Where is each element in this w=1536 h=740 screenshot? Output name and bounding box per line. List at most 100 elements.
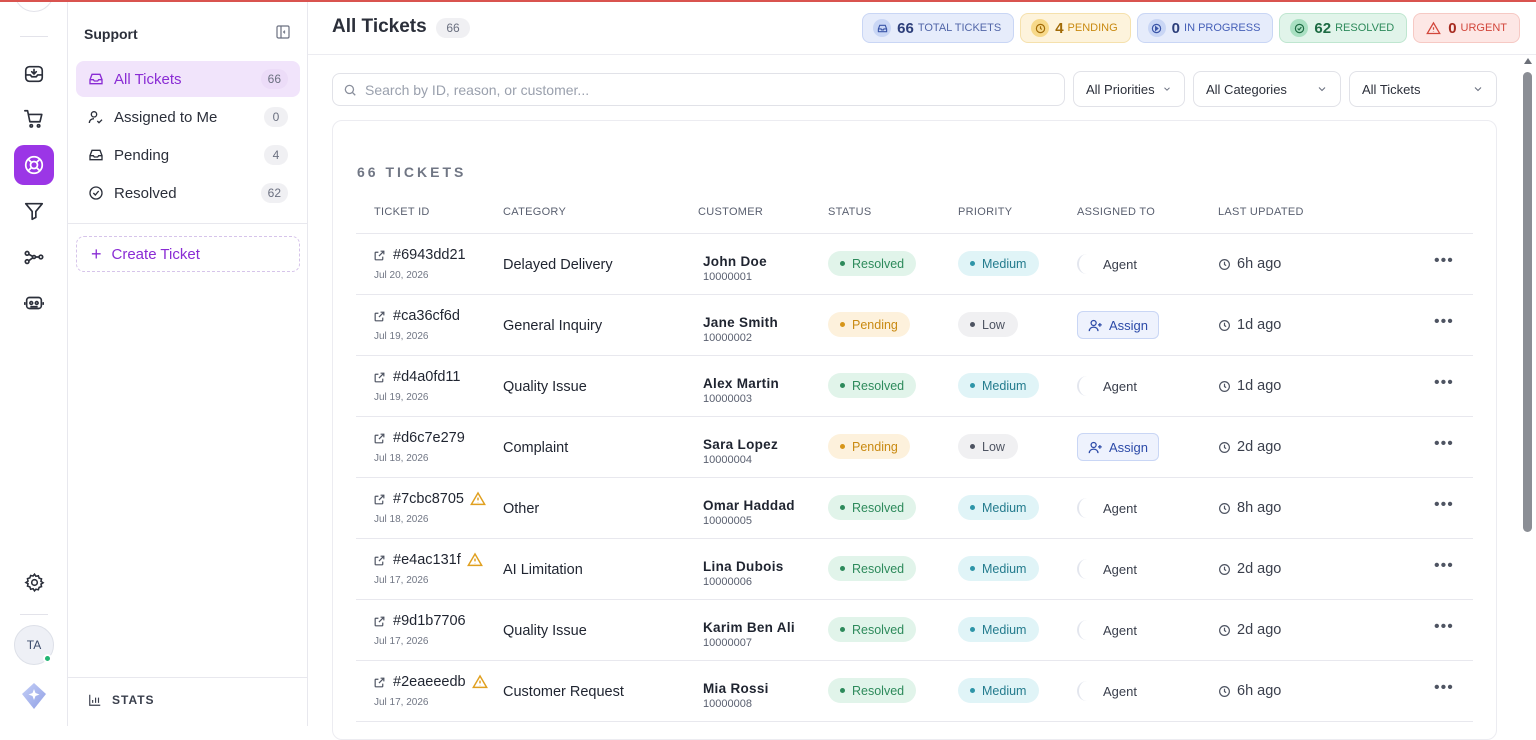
ticket-id[interactable]: #7cbc8705	[373, 491, 493, 507]
inbox-icon[interactable]	[14, 54, 54, 94]
ticket-id[interactable]: #2eaeeedb	[373, 674, 495, 690]
more-actions-icon[interactable]: •••	[1434, 618, 1454, 636]
more-actions-icon[interactable]: •••	[1434, 313, 1454, 331]
customer-id: 10000003	[703, 393, 752, 405]
cart-icon[interactable]	[14, 99, 54, 139]
ticket-date: Jul 18, 2026	[374, 514, 429, 525]
in-progress-chip[interactable]: 0 IN PROGRESS	[1136, 13, 1274, 43]
ticket-id[interactable]: #d4a0fd11	[373, 369, 460, 385]
user-avatar[interactable]: TA	[14, 625, 54, 665]
external-link-icon[interactable]	[373, 432, 386, 445]
status-label: Resolved	[852, 683, 905, 698]
status-dot	[840, 444, 845, 449]
external-link-icon[interactable]	[373, 676, 386, 689]
customer-id: 10000008	[703, 698, 752, 710]
sidebar-item-resolved[interactable]: Resolved 62	[76, 175, 300, 211]
sidebar-item-count: 0	[264, 107, 288, 127]
status-badge: Resolved	[828, 495, 917, 520]
priority-label: Medium	[982, 683, 1027, 698]
ticket-scope-select[interactable]: All Tickets	[1349, 71, 1497, 107]
external-link-icon[interactable]	[373, 554, 386, 567]
resolved-chip[interactable]: 62 RESOLVED	[1279, 13, 1408, 43]
ticket-id[interactable]: #9d1b7706	[373, 613, 466, 629]
priority-dot	[970, 688, 975, 693]
priority-filter-select[interactable]: All Priorities	[1073, 71, 1185, 107]
ticket-category: Delayed Delivery	[503, 257, 613, 273]
external-link-icon[interactable]	[373, 371, 386, 384]
top-accent-line	[0, 0, 1536, 2]
assign-button[interactable]: Assign	[1077, 433, 1160, 461]
table-row[interactable]: #d4a0fd11 Jul 19, 2026 Quality Issue Alex M…	[356, 356, 1473, 417]
table-row[interactable]: #d6c7e279 Jul 18, 2026 Complaint Sara Lopez…	[356, 417, 1473, 478]
robot-icon[interactable]	[14, 283, 54, 323]
sidebar-title: Support	[84, 26, 138, 42]
scrollbar-thumb[interactable]	[1523, 72, 1532, 532]
scroll-up-arrow[interactable]	[1524, 58, 1532, 64]
lifebuoy-icon[interactable]	[14, 145, 54, 185]
pending-value: 4	[1055, 19, 1064, 37]
sidebar-item-assigned-to-me[interactable]: Assigned to Me 0	[76, 99, 300, 135]
status-label: Resolved	[852, 378, 905, 393]
external-link-icon[interactable]	[373, 615, 386, 628]
table-row[interactable]: #e4ac131f Jul 17, 2026 AI Limitation Lina D…	[356, 539, 1473, 600]
search-field[interactable]	[332, 73, 1065, 106]
external-link-icon[interactable]	[373, 249, 386, 262]
status-label: Resolved	[852, 622, 905, 637]
ticket-id[interactable]: #6943dd21	[373, 247, 466, 263]
external-link-icon[interactable]	[373, 493, 386, 506]
ticket-id-text: #e4ac131f	[393, 552, 461, 568]
category-filter-value: All Categories	[1206, 81, 1287, 97]
more-actions-icon[interactable]: •••	[1434, 435, 1454, 453]
ticket-date: Jul 20, 2026	[374, 270, 429, 281]
assign-label: Assign	[1109, 439, 1149, 455]
clock-icon	[1031, 19, 1050, 37]
page-title-count: 66	[436, 18, 470, 38]
more-actions-icon[interactable]: •••	[1434, 252, 1454, 270]
table-row[interactable]: #6943dd21 Jul 20, 2026 Delayed Delivery Joh…	[356, 234, 1473, 295]
table-row[interactable]: #7cbc8705 Jul 18, 2026 Other Omar Haddad 100…	[356, 478, 1473, 539]
assign-button[interactable]: Assign	[1077, 311, 1160, 339]
category-filter-select[interactable]: All Categories	[1193, 71, 1341, 107]
rail-divider	[20, 36, 48, 37]
ai-assistant-gem-icon[interactable]	[18, 680, 50, 712]
priority-badge: Medium	[958, 373, 1040, 398]
total-tickets-chip[interactable]: 66 TOTAL TICKETS	[862, 13, 1015, 43]
assigned-agent: Agent	[1077, 498, 1137, 518]
more-actions-icon[interactable]: •••	[1434, 679, 1454, 697]
priority-dot	[970, 444, 975, 449]
more-actions-icon[interactable]: •••	[1434, 557, 1454, 575]
chevron-down-icon	[1318, 87, 1326, 92]
ticket-id[interactable]: #e4ac131f	[373, 552, 490, 568]
collapse-sidebar-icon[interactable]	[275, 24, 291, 45]
customer-id: 10000001	[703, 271, 752, 283]
clock-icon	[1219, 319, 1230, 331]
ticket-id[interactable]: #d6c7e279	[373, 430, 465, 446]
create-ticket-label: Create Ticket	[111, 245, 200, 263]
table-row[interactable]: #2eaeeedb Jul 17, 2026 Customer Request Mia…	[356, 661, 1473, 722]
rail-divider	[20, 614, 48, 615]
sidebar-item-all-tickets[interactable]: All Tickets 66	[76, 61, 300, 97]
more-actions-icon[interactable]: •••	[1434, 374, 1454, 392]
status-badge: Resolved	[828, 373, 917, 398]
share-nodes-icon[interactable]	[14, 237, 54, 277]
search-input[interactable]	[365, 81, 1054, 98]
priority-dot	[970, 322, 975, 327]
filter-icon[interactable]	[14, 191, 54, 231]
priority-label: Low	[982, 439, 1005, 454]
table-row[interactable]: #9d1b7706 Jul 17, 2026 Quality Issue Karim …	[356, 600, 1473, 661]
external-link-icon[interactable]	[373, 310, 386, 323]
stats-link[interactable]: STATS	[88, 693, 155, 707]
stats-label: STATS	[112, 693, 155, 707]
gear-icon[interactable]	[14, 562, 54, 602]
urgent-chip[interactable]: 0 URGENT	[1413, 13, 1520, 43]
clock-icon	[1219, 258, 1230, 270]
pending-chip[interactable]: 4 PENDING	[1020, 13, 1131, 43]
table-row[interactable]: #ca36cf6d Jul 19, 2026 General Inquiry Jane…	[356, 295, 1473, 356]
last-updated-text: 8h ago	[1237, 500, 1282, 516]
create-ticket-button[interactable]: + Create Ticket	[76, 236, 300, 272]
more-actions-icon[interactable]: •••	[1434, 496, 1454, 514]
ticket-id[interactable]: #ca36cf6d	[373, 308, 460, 324]
agent-label: Agent	[1103, 561, 1137, 577]
sidebar-item-pending[interactable]: Pending 4	[76, 137, 300, 173]
chevron-down-icon	[1474, 87, 1482, 92]
